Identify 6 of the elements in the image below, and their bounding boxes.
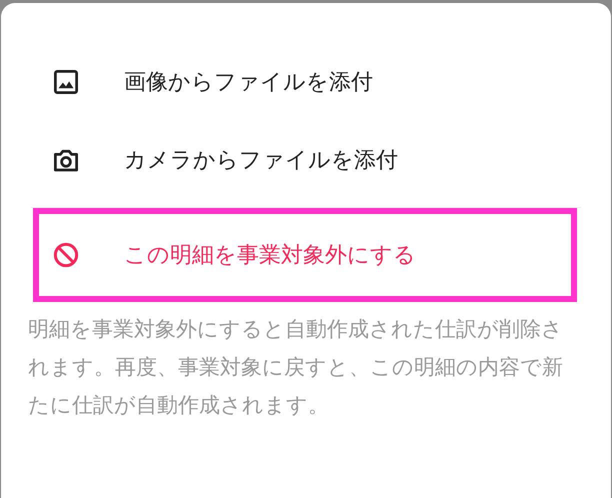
highlighted-menu-item[interactable]: この明細を事業対象外にする <box>33 208 577 302</box>
menu-item[interactable]: カメラからファイルを添付 <box>33 121 577 199</box>
image-icon <box>51 67 81 97</box>
prohibited-icon <box>51 240 81 270</box>
explanation-text: 明細を事業対象外にすると自動作成された仕訳が削除されます。再度、事業対象に戻すと、この明細の内容で新たに仕訳が自動作成されます。 <box>28 316 564 419</box>
menu-item[interactable]: 画像からファイルを添付 <box>33 43 577 121</box>
